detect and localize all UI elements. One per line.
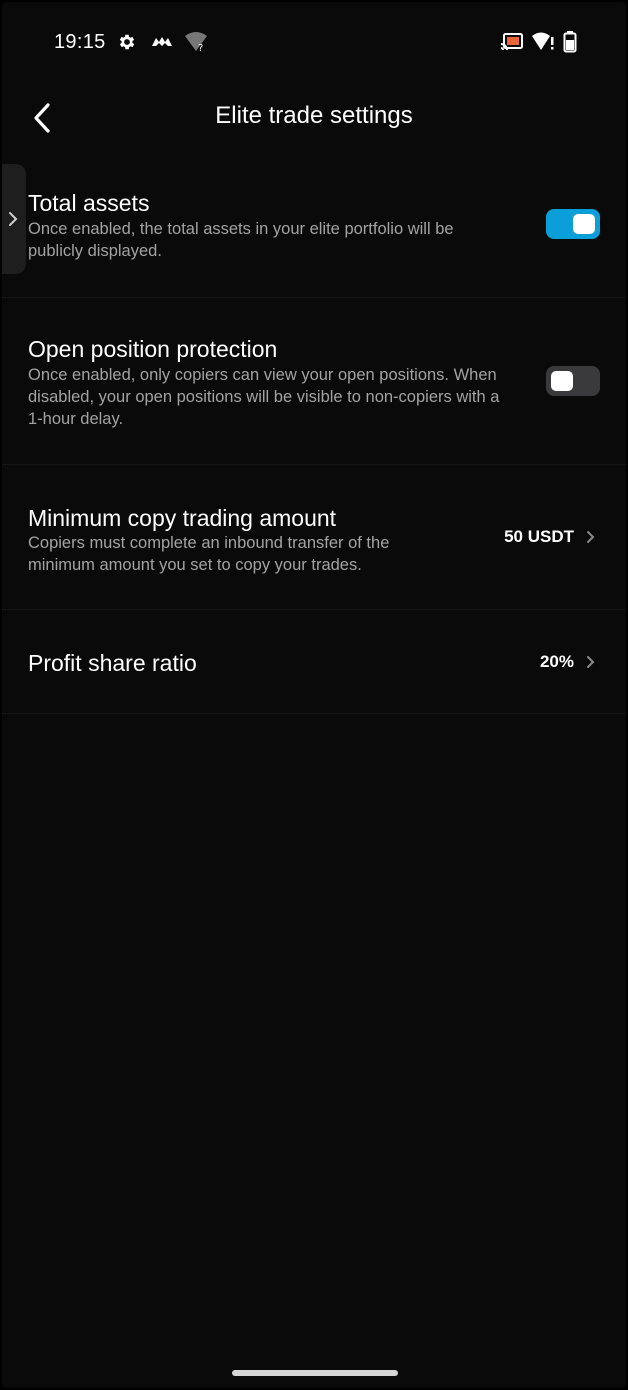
- cast-icon: [500, 30, 524, 54]
- setting-title: Open position protection: [28, 336, 278, 362]
- home-indicator[interactable]: [232, 1370, 398, 1376]
- chevron-right-icon: [587, 656, 595, 668]
- profit-share-ratio-value-button[interactable]: 20%: [540, 652, 596, 672]
- toggle-knob: [573, 214, 595, 234]
- setting-title: Profit share ratio: [28, 650, 197, 676]
- setting-description: Once enabled, the total assets in your e…: [28, 220, 454, 260]
- setting-row-profit-share-ratio[interactable]: Profit share ratio 20%: [2, 610, 626, 714]
- total-assets-toggle[interactable]: [546, 209, 600, 239]
- status-time: 19:15: [54, 31, 106, 53]
- setting-row-min-copy-amount[interactable]: Minimum copy trading amount Copiers must…: [2, 465, 626, 610]
- open-position-protection-toggle[interactable]: [546, 366, 600, 396]
- game-controller-icon: [150, 30, 174, 54]
- top-app-bar: Elite trade settings: [2, 90, 626, 146]
- gear-icon: [115, 30, 139, 54]
- chevron-right-icon: [587, 531, 595, 543]
- setting-title: Total assets: [28, 190, 150, 216]
- svg-text:?: ?: [198, 43, 203, 53]
- setting-title: Minimum copy trading amount: [28, 505, 337, 531]
- wifi-alert-icon: [531, 30, 555, 54]
- status-bar: 19:15 ?: [2, 2, 626, 82]
- setting-description: Copiers must complete an inbound transfe…: [28, 534, 390, 574]
- setting-row-total-assets: Total assets Once enabled, the total ass…: [2, 162, 626, 298]
- app-screen: 19:15 ? Elite trade settings Total asset…: [2, 2, 626, 1388]
- min-copy-amount-value: 50 USDT: [504, 527, 574, 546]
- toggle-knob: [551, 371, 573, 391]
- profit-share-ratio-value: 20%: [539, 652, 574, 671]
- page-title: Elite trade settings: [215, 102, 413, 129]
- wifi-question-icon: ?: [184, 30, 208, 54]
- battery-icon: [558, 30, 582, 54]
- setting-row-open-position-protection: Open position protection Once enabled, o…: [2, 298, 626, 465]
- min-copy-amount-value-button[interactable]: 50 USDT: [504, 527, 596, 547]
- setting-description: Once enabled, only copiers can view your…: [28, 366, 500, 428]
